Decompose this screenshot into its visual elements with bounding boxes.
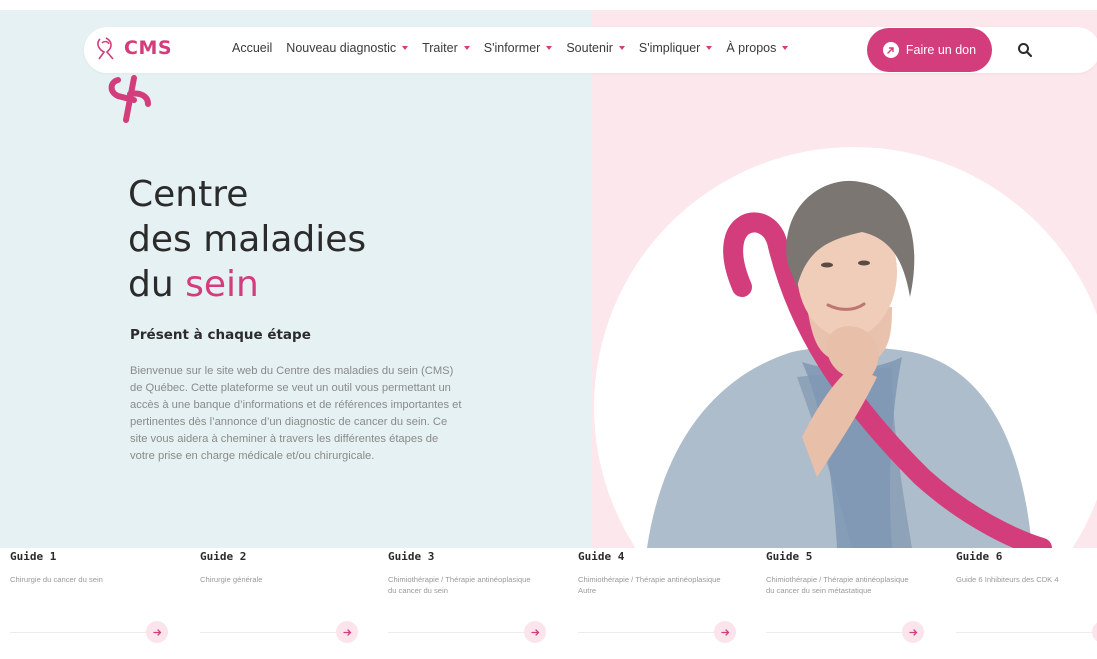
guide-open-button[interactable] <box>336 621 358 643</box>
guide-description: Chirurgie générale <box>200 575 263 584</box>
arrow-right-icon <box>720 628 729 636</box>
donate-arrow-icon <box>882 42 899 58</box>
nav-item-traiter[interactable]: Traiter <box>422 41 470 55</box>
nav-item-soutenir[interactable]: Soutenir <box>566 41 625 55</box>
nav-item-nouveau-diagnostic[interactable]: Nouveau diagnostic <box>286 41 409 55</box>
guide-open-button[interactable] <box>1092 621 1097 643</box>
hero-title: Centre des maladies du sein <box>128 172 366 307</box>
ribbon-logo-icon <box>97 37 114 60</box>
hero-portrait-image <box>647 180 1052 548</box>
guide-title: Guide 5 <box>766 550 813 563</box>
main-navbar: CMS Accueil Nouveau diagnostic Traiter S… <box>84 27 1097 73</box>
guide-card-3[interactable]: Guide 3 Chimiothérapie / Thérapie antiné… <box>388 548 568 659</box>
guide-card-2[interactable]: Guide 2 Chirurgie générale <box>200 548 380 659</box>
guide-description: Chirurgie du cancer du sein <box>10 575 103 584</box>
nav-item-label: Accueil <box>232 41 273 55</box>
guide-open-button[interactable] <box>146 621 168 643</box>
guide-open-button[interactable] <box>524 621 546 643</box>
guide-title: Guide 4 <box>578 550 625 563</box>
guides-row: Guide 1 Chirurgie du cancer du sein Guid… <box>0 548 1097 659</box>
caret-down-icon <box>546 46 553 50</box>
arrow-right-icon <box>908 628 917 636</box>
hero-title-line1: Centre <box>128 174 249 215</box>
donate-button[interactable]: Faire un don <box>867 28 992 72</box>
guide-title: Guide 2 <box>200 550 247 563</box>
guide-title: Guide 1 <box>10 550 57 563</box>
guide-description: Guide 6 Inhibiteurs des CDK 4 <box>956 575 1059 584</box>
guide-description: Chimiothérapie / Thérapie antinéoplasiqu… <box>766 575 909 595</box>
hero-title-accent: sein <box>185 264 259 305</box>
hero-subtitle: Présent à chaque étape <box>130 327 311 343</box>
ribbon-emblem-icon <box>108 75 151 123</box>
guide-title: Guide 3 <box>388 550 435 563</box>
guide-card-1[interactable]: Guide 1 Chirurgie du cancer du sein <box>10 548 190 659</box>
guide-divider <box>578 632 714 633</box>
guide-open-button[interactable] <box>902 621 924 643</box>
hero-title-line2: des maladies <box>128 219 367 260</box>
caret-down-icon <box>706 46 713 50</box>
guide-description: Chimiothérapie / Thérapie antinéoplasiqu… <box>578 575 721 595</box>
guide-card-4[interactable]: Guide 4 Chimiothérapie / Thérapie antiné… <box>578 548 758 659</box>
caret-down-icon <box>402 46 409 50</box>
guide-divider <box>388 632 524 633</box>
nav-item-label: Nouveau diagnostic <box>286 41 397 55</box>
nav-item-label: Traiter <box>422 41 458 55</box>
guide-divider <box>200 632 336 633</box>
guide-divider <box>956 632 1092 633</box>
caret-down-icon <box>463 46 470 50</box>
guide-card-6[interactable]: Guide 6 Guide 6 Inhibiteurs des CDK 4 <box>956 548 1097 659</box>
hero-intro-text: Bienvenue sur le site web du Centre des … <box>130 365 462 462</box>
search-icon[interactable] <box>1017 42 1033 58</box>
nav-item-a-propos[interactable]: À propos <box>726 41 789 55</box>
arrow-right-icon <box>342 628 351 636</box>
guide-divider <box>766 632 902 633</box>
guide-title: Guide 6 <box>956 550 1003 563</box>
logo-text: CMS <box>124 37 173 59</box>
guide-open-button[interactable] <box>714 621 736 643</box>
guide-divider <box>10 632 146 633</box>
top-strip <box>0 0 1097 10</box>
nav-item-sinformer[interactable]: S'informer <box>484 41 553 55</box>
arrow-right-icon <box>530 628 539 636</box>
nav-item-label: À propos <box>726 41 777 55</box>
nav-item-label: Soutenir <box>566 41 613 55</box>
arrow-right-icon <box>152 628 161 636</box>
nav-item-label: S'impliquer <box>638 41 701 55</box>
nav-item-accueil[interactable]: Accueil <box>232 41 272 55</box>
site-logo[interactable]: CMS <box>94 35 172 61</box>
guide-card-5[interactable]: Guide 5 Chimiothérapie / Thérapie antiné… <box>766 548 946 659</box>
nav-item-label: S'informer <box>483 41 541 55</box>
hero-title-line3: du <box>128 264 186 305</box>
nav-menu: Accueil Nouveau diagnostic Traiter S'inf… <box>232 41 802 55</box>
guide-description: Chimiothérapie / Thérapie antinéoplasiqu… <box>388 575 531 595</box>
caret-down-icon <box>782 46 789 50</box>
donate-label: Faire un don <box>905 43 977 57</box>
nav-item-simpliquer[interactable]: S'impliquer <box>638 41 713 55</box>
caret-down-icon <box>618 46 625 50</box>
